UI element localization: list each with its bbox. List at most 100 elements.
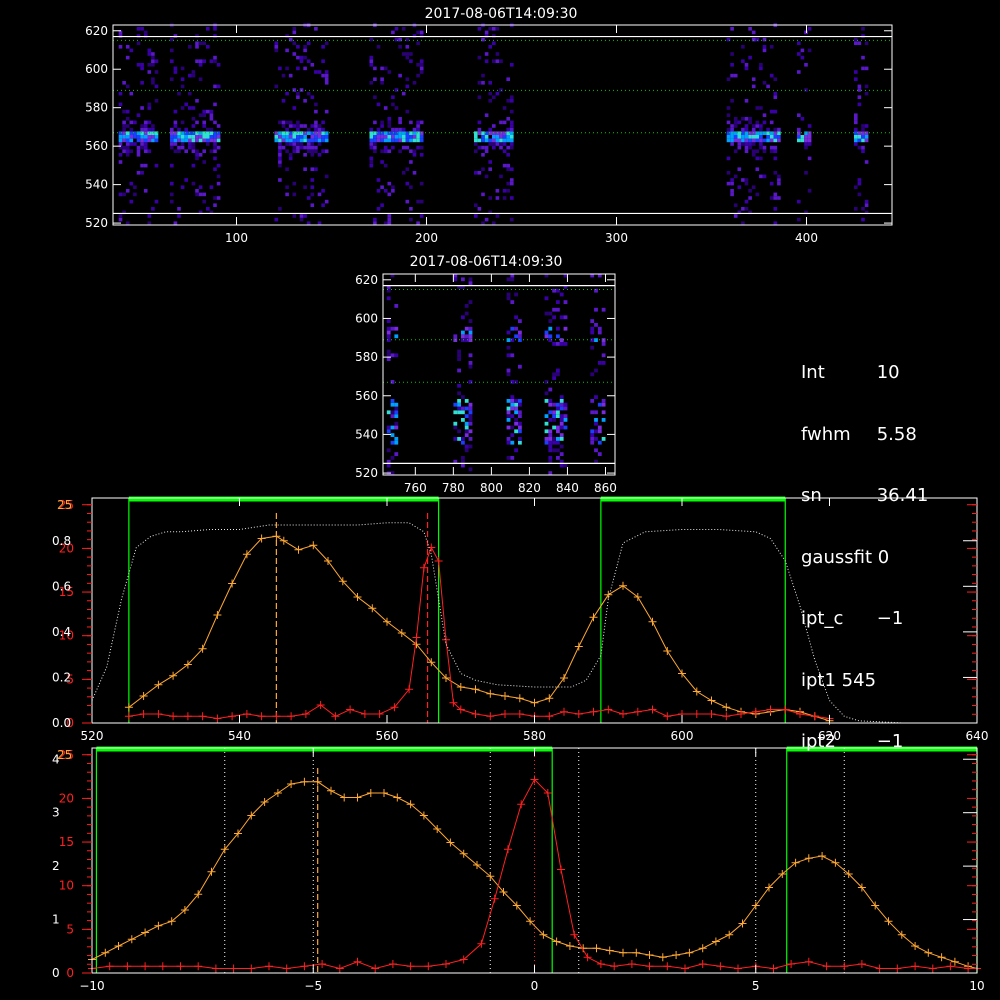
heatmap-cell (514, 402, 518, 407)
spectrum-data-point (287, 780, 296, 788)
heatmap-cell (733, 131, 738, 135)
x-tick-label: 840 (556, 481, 579, 495)
heatmap-cell (306, 149, 311, 153)
heatmap-cell (390, 433, 395, 437)
heatmap-cell (468, 364, 473, 369)
heatmap-cell (556, 410, 560, 415)
heatmap-cell (759, 138, 763, 143)
heatmap-cell (195, 41, 199, 45)
heatmap-cell (419, 59, 424, 63)
heatmap-cell (468, 402, 473, 407)
heatmap-cell (797, 113, 801, 117)
heatmap-cell (136, 113, 141, 117)
heatmap-cell (170, 142, 174, 146)
spectrum-data-point (545, 694, 554, 703)
heatmap-cell (278, 153, 282, 157)
heatmap-cell (477, 207, 482, 211)
heatmap-cell (380, 124, 384, 128)
heatmap-cell (457, 357, 461, 361)
heatmap-cell (797, 41, 801, 45)
heatmap-cell (556, 307, 560, 312)
y-tick-label: 540 (355, 427, 378, 441)
heatmap-cell (133, 131, 137, 135)
heatmap-cell (170, 77, 174, 81)
heatmap-cell (804, 63, 808, 67)
heatmap-cell (510, 196, 514, 200)
heatmap-cell (416, 41, 420, 45)
heatmap-cell (129, 48, 134, 53)
heatmap-cell (209, 185, 214, 189)
fit-data-point (504, 845, 512, 854)
heatmap-cell (213, 102, 217, 107)
heatmap-cell (419, 131, 424, 135)
heatmap-cell (759, 135, 763, 139)
heatmap-cell (730, 178, 734, 182)
heatmap-cell (854, 70, 858, 74)
heatmap-cell (391, 145, 395, 150)
heatmap-cell (506, 406, 511, 411)
heatmap-cell (419, 70, 424, 74)
heatmap-cell (213, 203, 217, 207)
param-key: fwhm (801, 423, 851, 445)
heatmap-cell (733, 149, 738, 153)
heatmap-cell (373, 145, 377, 150)
heatmap-cell (140, 131, 144, 135)
heatmap-cell (180, 145, 185, 150)
heatmap-cell (369, 145, 374, 150)
heatmap-cell (733, 124, 738, 128)
heatmap-cell (769, 135, 774, 139)
heatmap-cell (759, 156, 763, 161)
heatmap-cell (125, 221, 130, 225)
heatmap-cell (769, 73, 774, 78)
heatmap-cell (730, 142, 734, 146)
heatmap-cell (506, 77, 510, 81)
fit-data-point (734, 964, 742, 973)
zoom-spectrogram-panel: 2017-08-06T14:09:30 760 780 800 820 840 86052… (355, 254, 617, 495)
param-key: ipt_c (801, 608, 844, 629)
spectrum-data-point (530, 698, 539, 707)
heatmap-cell (502, 149, 507, 153)
heatmap-cell (143, 127, 148, 132)
fit-profile-line (128, 546, 830, 720)
heatmap-cell (726, 181, 731, 186)
heatmap-cell (278, 135, 282, 139)
heatmap-cell (306, 131, 311, 135)
heatmap-cell (195, 99, 199, 103)
heatmap-cell (737, 145, 742, 150)
heatmap-cell (474, 142, 478, 146)
fit-data-point (751, 707, 760, 716)
heatmap-cell (857, 41, 862, 45)
heatmap-cell (306, 41, 311, 45)
heatmap-cell (510, 217, 514, 222)
heatmap-cell (321, 59, 325, 63)
heatmap-cell (281, 99, 286, 103)
fit-data-point (198, 712, 207, 721)
spectrum-data-point (552, 937, 561, 946)
heatmap-cell (143, 124, 148, 128)
heatmap-cell (369, 81, 374, 85)
heatmap-cell (514, 315, 518, 320)
heatmap-cell (548, 410, 553, 415)
x-tick-label: 200 (415, 231, 438, 245)
heatmap-cell (310, 149, 315, 153)
heatmap-cell (191, 138, 196, 143)
heatmap-cell (147, 131, 152, 135)
heatmap-cell (140, 145, 144, 150)
heatmap-cell (122, 127, 126, 132)
heatmap-cell (733, 73, 738, 78)
heatmap-cell (741, 221, 745, 225)
heatmap-cell (597, 452, 602, 456)
heatmap-cell (409, 160, 413, 164)
heatmap-cell (468, 429, 473, 434)
orange-y-tick-label: 25 (57, 498, 72, 512)
heatmap-cell (125, 153, 130, 157)
heatmap-cell (380, 131, 384, 135)
y-tick-label: 520 (355, 466, 378, 480)
heatmap-cell (188, 142, 192, 146)
heatmap-cell (773, 109, 778, 114)
heatmap-cell (861, 124, 865, 128)
heatmap-cell (154, 70, 159, 74)
heatmap-cell (730, 63, 734, 67)
heatmap-cell (213, 196, 217, 200)
fit-data-point (570, 930, 579, 939)
